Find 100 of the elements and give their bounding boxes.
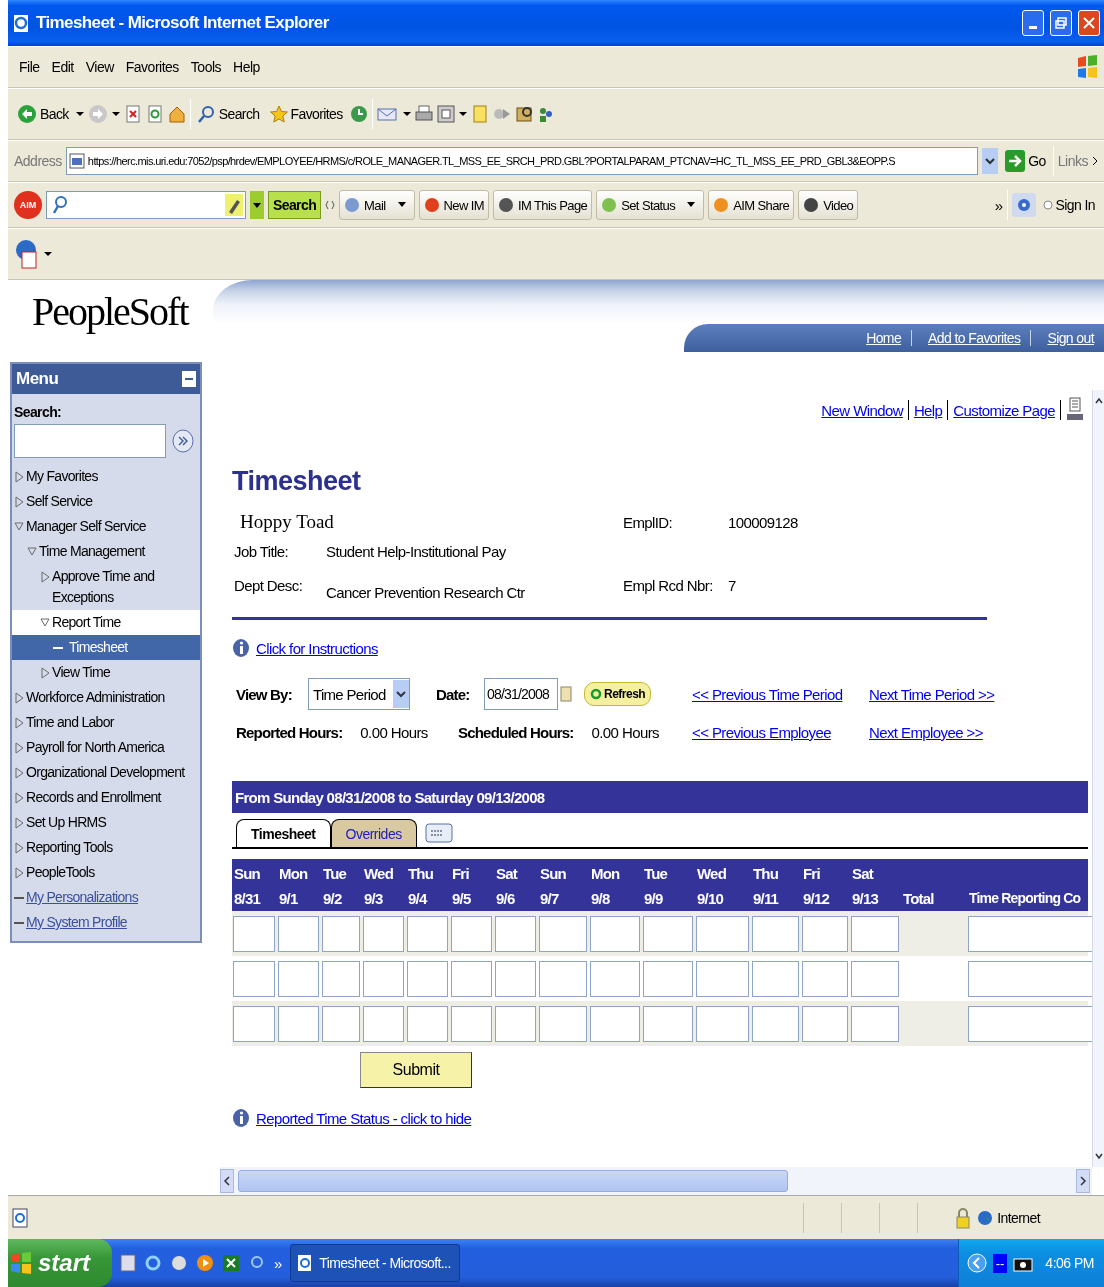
refresh-button[interactable]: Refresh (584, 682, 652, 706)
search-button[interactable]: Search (194, 103, 263, 125)
header-link[interactable]: Home (850, 330, 912, 346)
calendar-icon[interactable] (560, 685, 572, 703)
menu-bar-item[interactable]: View (80, 59, 119, 75)
hours-field[interactable] (851, 1005, 899, 1042)
time-reporting-code-field[interactable] (968, 1005, 1092, 1042)
caret-icon[interactable] (458, 111, 467, 117)
taskbar-button[interactable]: Timesheet - Microsoft... (290, 1244, 461, 1282)
hours-field[interactable] (278, 1005, 319, 1042)
menu-item[interactable]: Set Up HRMS (12, 810, 200, 835)
hours-field[interactable] (752, 960, 799, 997)
address-field[interactable]: https://herc.mis.uri.edu:7052/psp/hrdev/EMPLOYEE/HRMS/c/ROLE_MANAGER.TL_MSS_EE_SRCH_PRD.GBL?PORTALPARAM_PTCNAV=HC_TL_MSS_EE_PRD_GBL3&EOPP.S (65, 147, 979, 175)
menu-item[interactable]: Payroll for North America (12, 735, 200, 760)
hours-field[interactable] (363, 1005, 404, 1042)
hours-field[interactable] (451, 960, 492, 997)
printer-icon[interactable] (414, 105, 433, 123)
collapse-icon[interactable] (182, 371, 196, 387)
edit-page-icon[interactable] (436, 105, 455, 123)
more-chevron[interactable]: » (274, 1254, 283, 1272)
aim-toolbar-button[interactable]: Video (798, 190, 859, 220)
menu-item[interactable]: Report Time (12, 610, 200, 635)
caret-icon[interactable] (111, 111, 120, 117)
menu-bar-item[interactable]: File (14, 59, 45, 75)
home-icon[interactable] (167, 105, 186, 123)
page-link[interactable]: Help (913, 401, 943, 419)
menu-search-field[interactable] (14, 424, 166, 458)
chevron-icon[interactable] (1092, 156, 1098, 166)
hours-field[interactable] (643, 960, 693, 997)
aim-logo[interactable]: AIM (14, 191, 42, 219)
menu-item[interactable]: Organizational Development (12, 760, 200, 785)
menu-item[interactable]: My Favorites (12, 464, 200, 489)
hours-field[interactable] (495, 1005, 536, 1042)
hours-field[interactable] (407, 960, 448, 997)
scroll-left-button[interactable] (220, 1169, 234, 1193)
hours-field[interactable] (643, 1005, 693, 1042)
hours-field[interactable] (278, 960, 319, 997)
hours-field[interactable] (407, 1005, 448, 1042)
favorites-button[interactable]: Favorites (266, 103, 346, 125)
hours-field[interactable] (590, 915, 640, 952)
menu-bar-item[interactable]: Tools (185, 59, 227, 75)
tab[interactable]: Overrides (330, 819, 417, 847)
menu-item[interactable]: Reporting Tools (12, 835, 200, 860)
hours-field[interactable] (233, 960, 275, 997)
refresh-icon[interactable] (145, 105, 164, 123)
show-hidden-icons-icon[interactable] (966, 1252, 987, 1274)
menu-bar-item[interactable]: Help (228, 59, 265, 75)
vertical-scrollbar[interactable] (1092, 390, 1104, 1167)
hours-field[interactable] (233, 1005, 275, 1042)
hours-field[interactable] (322, 960, 360, 997)
page-link[interactable]: Customize Page (953, 401, 1055, 419)
menu-item[interactable]: PeopleTools (12, 860, 200, 885)
hours-field[interactable] (696, 915, 749, 952)
research-icon[interactable] (514, 105, 533, 123)
aim-toolbar-button[interactable]: AIM Share (708, 190, 795, 220)
aim-toolbar-button[interactable]: IM This Page (493, 190, 593, 220)
menu-item[interactable]: Timesheet (12, 635, 200, 660)
submit-button[interactable]: Submit (360, 1052, 472, 1088)
previous-employee-link[interactable]: << Previous Employee (692, 724, 869, 741)
time-reporting-code-field[interactable] (968, 960, 1092, 997)
caret-icon[interactable] (44, 251, 52, 257)
hours-field[interactable] (590, 1005, 640, 1042)
menu-item[interactable]: Time Management (12, 539, 200, 564)
menu-item[interactable]: Self Service (12, 489, 200, 514)
aim-search-field[interactable] (46, 191, 246, 219)
http-page-icon[interactable] (1066, 397, 1084, 423)
aim-toolbar-button[interactable]: New IM (418, 190, 489, 220)
caret-icon[interactable] (402, 111, 411, 117)
hours-field[interactable] (451, 915, 492, 952)
menu-bar-item[interactable]: Favorites (120, 59, 184, 75)
tab[interactable]: Timesheet (236, 819, 331, 847)
time-reporting-code-field[interactable] (968, 915, 1092, 952)
status-link[interactable]: Reported Time Status - click to hide (256, 1109, 472, 1127)
stop-icon[interactable] (123, 105, 142, 123)
header-link[interactable]: Add to Favorites (911, 330, 1031, 346)
hours-field[interactable] (802, 1005, 848, 1042)
scroll-right-button[interactable] (1076, 1169, 1090, 1193)
hours-field[interactable] (278, 915, 319, 952)
hours-field[interactable] (407, 915, 448, 952)
aim-search-button[interactable]: Search (268, 191, 322, 219)
hours-field[interactable] (752, 1005, 799, 1042)
hours-field[interactable] (802, 960, 848, 997)
horizontal-scrollbar[interactable] (220, 1167, 1092, 1195)
globe-document-icon[interactable] (14, 238, 40, 270)
menu-item[interactable]: Approve Time and Exceptions (12, 564, 200, 610)
hours-field[interactable] (590, 960, 640, 997)
spreadsheet-icon[interactable] (222, 1253, 240, 1273)
hours-field[interactable] (802, 915, 848, 952)
go-button[interactable]: Go (1002, 148, 1049, 174)
previous-period-link[interactable]: << Previous Time Period (692, 685, 869, 703)
hours-field[interactable] (363, 915, 404, 952)
start-button[interactable]: start (8, 1239, 112, 1287)
hours-field[interactable] (539, 1005, 587, 1042)
links-label[interactable]: Links (1057, 153, 1088, 169)
page-link[interactable]: New Window (821, 401, 903, 419)
menu-item[interactable]: Workforce Administration (12, 685, 200, 710)
hours-field[interactable] (539, 960, 587, 997)
gear-icon[interactable] (1011, 193, 1036, 217)
date-field[interactable]: 08/31/2008 (484, 678, 558, 710)
view-by-select[interactable]: Time Period (308, 678, 410, 710)
